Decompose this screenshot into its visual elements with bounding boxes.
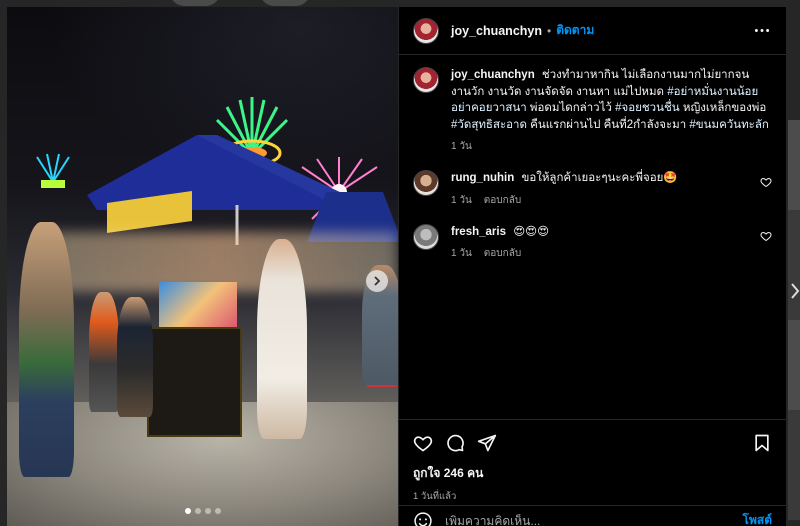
photo-person	[19, 222, 74, 477]
comment-body: ขอให้ลูกค้าเยอะๆนะคะพี่จอย🤩	[521, 172, 678, 184]
carousel-dot	[194, 508, 201, 514]
hashtag[interactable]: #จอยชวนชื่น	[615, 102, 680, 114]
likes-count[interactable]: ถูกใจ 246 คน	[413, 464, 772, 483]
carousel-dot-active	[184, 508, 191, 514]
comment-input[interactable]	[445, 513, 743, 526]
post-actions: ถูกใจ 246 คน 1 วันที่แล้ว	[399, 419, 786, 504]
photo-woman-white-dress	[257, 239, 307, 439]
hashtag[interactable]: #ขนมควันทะลัก	[689, 119, 768, 131]
comment-meta: 1 วัน ตอบกลับ	[451, 246, 752, 261]
follow-button[interactable]: ติดตาม	[556, 21, 594, 40]
photo-cart-screen	[159, 282, 237, 332]
avatar[interactable]	[413, 67, 439, 93]
post-modal: joy_chuanchyn • ติดตาม joy_chuanchyn ช่ว…	[7, 7, 786, 526]
comment-icon[interactable]	[445, 433, 465, 453]
heart-icon[interactable]	[760, 176, 772, 188]
carousel-dot	[204, 508, 211, 514]
reply-button[interactable]: ตอบกลับ	[484, 193, 521, 208]
caption-body: พ่อดมไดกล่าวไว้	[529, 102, 612, 114]
comment-item: rung_nuhin ขอให้ลูกค้าเยอะๆนะคะพี่จอย🤩 1…	[413, 170, 772, 208]
comments-list: joy_chuanchyn ช่วงทำมาหากิน ไม่เลือกงานม…	[399, 55, 786, 409]
send-icon[interactable]	[477, 433, 497, 453]
reply-button[interactable]: ตอบกลับ	[484, 246, 521, 261]
comment-composer: โพสต์	[399, 505, 786, 526]
comment-username[interactable]: rung_nuhin	[451, 172, 514, 184]
background-feed	[788, 120, 800, 520]
avatar[interactable]	[413, 223, 439, 250]
background-thumbnail	[788, 320, 800, 410]
photo-child	[117, 297, 153, 417]
comment-item: fresh_aris 😍😍😍 1 วัน ตอบกลับ	[413, 223, 772, 262]
bookmark-icon[interactable]	[752, 433, 772, 453]
comment-username[interactable]: fresh_aris	[451, 226, 506, 238]
post-details-panel: joy_chuanchyn • ติดตาม joy_chuanchyn ช่ว…	[398, 7, 786, 526]
next-post-chevron-icon[interactable]	[790, 280, 800, 302]
more-horizontal-icon[interactable]	[752, 21, 772, 41]
action-icons	[413, 430, 772, 456]
comment-body: 😍😍😍	[513, 225, 550, 238]
photo-food-cart	[147, 327, 242, 437]
avatar[interactable]	[413, 170, 439, 196]
photo-ride-lights-cyan	[36, 153, 70, 188]
header-separator: •	[547, 23, 552, 38]
comment-time[interactable]: 1 วัน	[451, 246, 472, 261]
comment-time[interactable]: 1 วัน	[451, 193, 472, 208]
post-username[interactable]: joy_chuanchyn	[451, 24, 542, 38]
avatar[interactable]	[413, 17, 439, 44]
caption-time[interactable]: 1 วัน	[451, 139, 472, 154]
emoji-icon[interactable]	[413, 511, 433, 526]
comment-meta: 1 วัน ตอบกลับ	[451, 193, 752, 208]
carousel-dot	[214, 508, 221, 514]
story-strip	[170, 0, 330, 6]
post-header: joy_chuanchyn • ติดตาม	[399, 7, 786, 55]
caption-body: หญิงเหล็กของพ่อ	[682, 102, 767, 114]
hashtag[interactable]: #วัดสุทธิสะอาด	[451, 119, 527, 131]
carousel-dots	[7, 508, 398, 514]
caption: joy_chuanchyn ช่วงทำมาหากิน ไม่เลือกงานม…	[413, 67, 772, 154]
post-time[interactable]: 1 วันที่แล้ว	[413, 489, 772, 504]
photo-child	[89, 292, 119, 412]
comment-text: rung_nuhin ขอให้ลูกค้าเยอะๆนะคะพี่จอย🤩	[451, 170, 752, 187]
chevron-right-icon[interactable]	[366, 270, 388, 292]
caption-text: joy_chuanchyn ช่วงทำมาหากิน ไม่เลือกงานม…	[451, 67, 772, 133]
caption-body: คืนแรกผ่านไป คืนที่2กำลังจะมา	[530, 118, 687, 131]
story-avatar[interactable]	[170, 0, 220, 6]
background-thumbnail	[788, 120, 800, 210]
caption-meta: 1 วัน	[451, 139, 772, 154]
post-media[interactable]	[7, 7, 398, 526]
comment-text: fresh_aris 😍😍😍	[451, 224, 752, 241]
story-avatar[interactable]	[260, 0, 310, 6]
caption-username[interactable]: joy_chuanchyn	[451, 69, 535, 81]
heart-icon[interactable]	[760, 230, 772, 242]
post-comment-button[interactable]: โพสต์	[743, 511, 772, 526]
heart-icon[interactable]	[413, 433, 433, 453]
